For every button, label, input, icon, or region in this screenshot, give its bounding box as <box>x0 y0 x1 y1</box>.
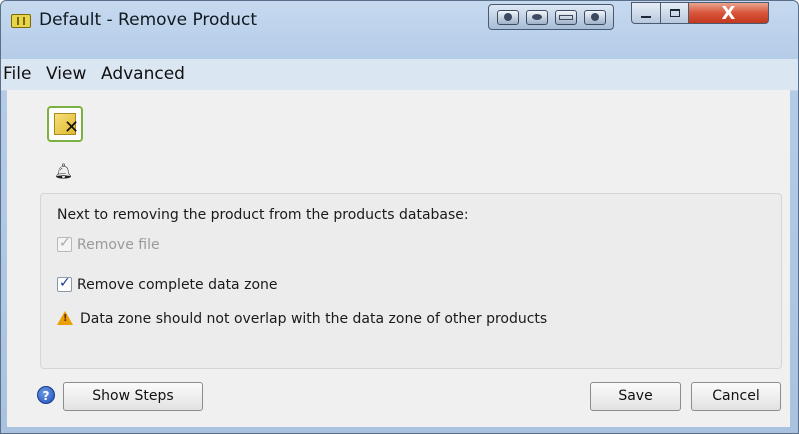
options-panel: Next to removing the product from the pr… <box>40 193 782 369</box>
close-icon: X <box>721 2 736 24</box>
minimize-icon <box>641 16 651 18</box>
eye-icon[interactable] <box>525 9 548 25</box>
close-button[interactable]: X <box>689 2 769 24</box>
remove-zone-row: ✓ Remove complete data zone <box>57 275 278 293</box>
menu-file[interactable]: File <box>3 64 31 84</box>
caption-buttons: X <box>631 2 769 24</box>
app-icon <box>11 14 31 28</box>
record-icon[interactable] <box>496 9 519 25</box>
save-button[interactable]: Save <box>590 382 681 411</box>
panel-icon[interactable] <box>554 9 577 25</box>
show-steps-button[interactable]: Show Steps <box>63 382 203 411</box>
minimize-button[interactable] <box>631 2 661 24</box>
remove-file-row: ✓ Remove file <box>57 235 160 253</box>
bell-icon[interactable]: 🔔︎ <box>54 162 73 180</box>
check-icon: ✓ <box>59 275 71 291</box>
warning-icon <box>57 311 73 325</box>
cancel-button[interactable]: Cancel <box>691 382 781 411</box>
delete-x-icon: ✕ <box>64 117 80 138</box>
intro-text: Next to removing the product from the pr… <box>57 207 469 223</box>
titlebar-tool-group <box>488 4 614 30</box>
menu-advanced[interactable]: Advanced <box>101 64 185 84</box>
warning-row: Data zone should not overlap with the da… <box>57 311 547 327</box>
window-title: Default - Remove Product <box>39 10 257 30</box>
remove-file-label: Remove file <box>77 237 160 253</box>
warning-text: Data zone should not overlap with the da… <box>80 311 548 327</box>
remove-file-checkbox[interactable]: ✓ <box>57 235 72 252</box>
menu-view[interactable]: View <box>46 64 86 84</box>
dialog-client-area: ✕ 🔔︎ Next to removing the product from t… <box>7 90 790 427</box>
help-icon[interactable]: ? <box>37 386 55 404</box>
maximize-button[interactable] <box>661 2 689 24</box>
title-bar[interactable]: Default - Remove Product X <box>1 1 798 59</box>
check-icon: ✓ <box>59 235 71 251</box>
pin-icon[interactable] <box>583 9 606 25</box>
remove-zone-label[interactable]: Remove complete data zone <box>77 277 278 293</box>
maximize-icon <box>669 9 680 17</box>
remove-zone-checkbox[interactable]: ✓ <box>57 275 72 292</box>
remove-product-action-button[interactable]: ✕ <box>47 106 83 142</box>
menu-bar: File View Advanced <box>1 59 798 91</box>
